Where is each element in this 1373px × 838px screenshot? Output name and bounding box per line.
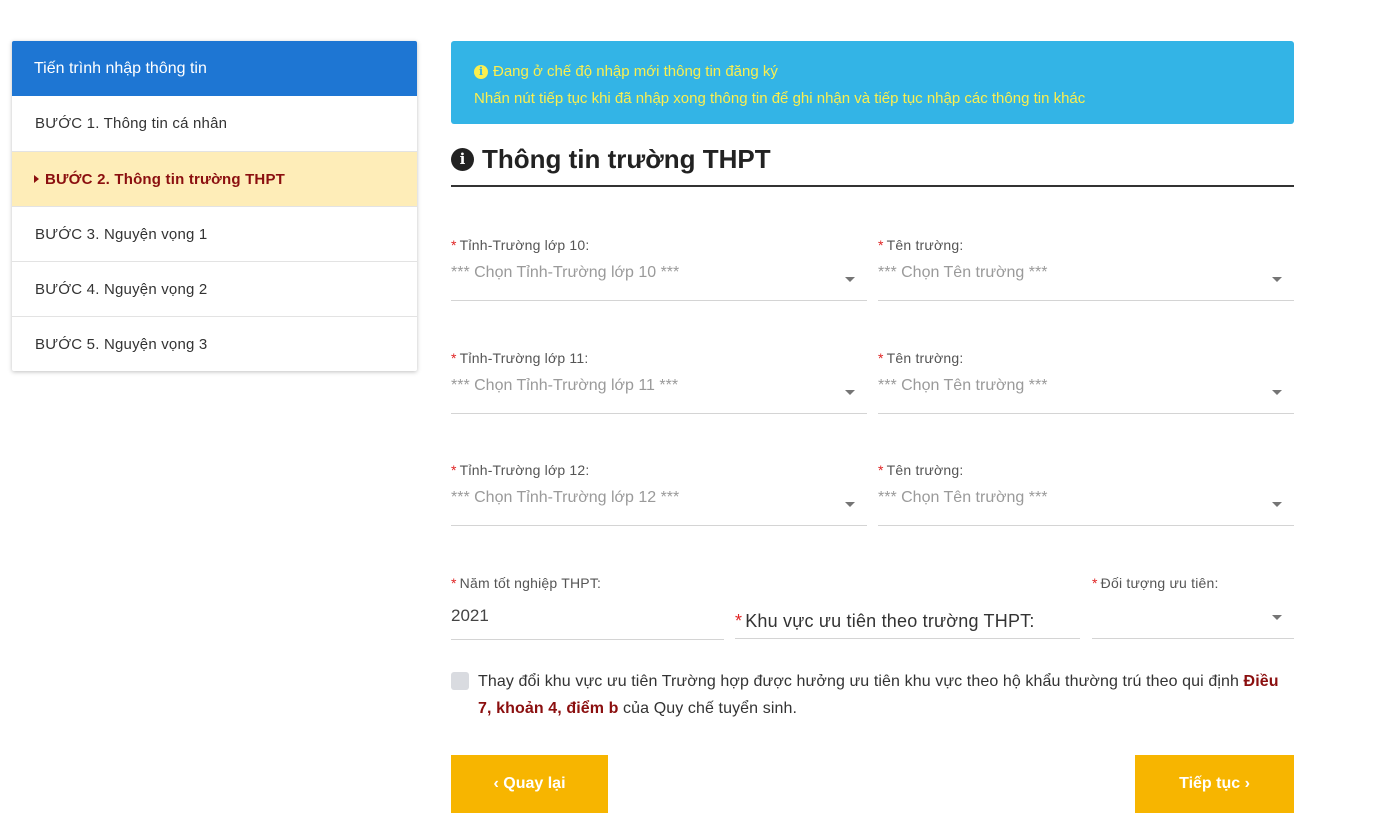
info-icon: i [474,64,488,79]
change-area-checkbox[interactable] [451,672,469,690]
sidebar-step-3[interactable]: BƯỚC 3. Nguyện vọng 1 [12,206,417,261]
field-label: * Khu vực ưu tiên theo trường THPT: [735,611,1035,631]
dropdown-arrow-icon [845,390,855,395]
dropdown-arrow-icon [1272,615,1282,620]
graduation-year-value: 2021 [451,606,489,625]
field-label: * Tỉnh-Trường lớp 12: [451,462,590,478]
field-label: * Năm tốt nghiệp THPT: [451,575,602,591]
field-label: * Tỉnh-Trường lớp 11: [451,350,589,366]
graduation-year-field[interactable]: * Năm tốt nghiệp THPT: 2021 [451,575,724,640]
back-button[interactable]: ‹ Quay lại [451,755,608,813]
page-title: Thông tin trường THPT [482,143,771,174]
select-placeholder: *** Chọn Tỉnh-Trường lớp 10 *** [451,264,680,281]
sidebar-title: Tiến trình nhập thông tin [12,41,417,96]
dropdown-arrow-icon [1272,502,1282,507]
checkbox-suffix: của Quy chế tuyển sinh. [618,700,798,717]
dropdown-arrow-icon [845,277,855,282]
dropdown-arrow-icon [845,502,855,507]
continue-button[interactable]: Tiếp tục › [1135,755,1294,813]
sidebar-step-5[interactable]: BƯỚC 5. Nguyện vọng 3 [12,316,417,371]
province-grade12-select[interactable]: * Tỉnh-Trường lớp 12: *** Chọn Tỉnh-Trườn… [451,462,867,526]
section-header: i Thông tin trường THPT [451,137,1294,187]
change-priority-area-option: Thay đổi khu vực ưu tiên Trường hợp được… [451,668,1294,722]
select-placeholder: *** Chọn Tên trường *** [878,377,1048,394]
dropdown-arrow-icon [1272,390,1282,395]
caret-right-icon [34,175,39,183]
select-placeholder: *** Chọn Tên trường *** [878,489,1048,506]
select-placeholder: *** Chọn Tên trường *** [878,264,1048,281]
step-label: BƯỚC 5. Nguyện vọng 3 [35,335,208,353]
school-grade10-select[interactable]: * Tên trường: *** Chọn Tên trường *** [878,237,1294,301]
field-label: * Đối tượng ưu tiên: [1092,575,1219,591]
field-label: * Tỉnh-Trường lớp 10: [451,237,590,253]
priority-target-select[interactable]: * Đối tượng ưu tiên: [1092,575,1294,639]
field-label: * Tên trường: [878,462,964,478]
progress-sidebar: Tiến trình nhập thông tin BƯỚC 1. Thông … [12,41,417,371]
province-grade10-select[interactable]: * Tỉnh-Trường lớp 10: *** Chọn Tỉnh-Trườn… [451,237,867,301]
step-label: BƯỚC 2. Thông tin trường THPT [45,170,286,188]
field-label: * Tên trường: [878,350,964,366]
notice-instruction-text: Nhấn nút tiếp tục khi đã nhập xong thông… [474,90,1086,107]
checkbox-text: Thay đổi khu vực ưu tiên Trường hợp được… [478,673,1244,690]
sidebar-step-1[interactable]: BƯỚC 1. Thông tin cá nhân [12,96,417,151]
school-grade11-select[interactable]: * Tên trường: *** Chọn Tên trường *** [878,350,1294,414]
step-label: BƯỚC 3. Nguyện vọng 1 [35,225,208,243]
school-grade12-select[interactable]: * Tên trường: *** Chọn Tên trường *** [878,462,1294,526]
select-placeholder: *** Chọn Tỉnh-Trường lớp 12 *** [451,489,680,506]
sidebar-step-2-active[interactable]: BƯỚC 2. Thông tin trường THPT [12,151,417,206]
field-label: * Tên trường: [878,237,964,253]
sidebar-step-4[interactable]: BƯỚC 4. Nguyện vọng 2 [12,261,417,316]
dropdown-arrow-icon [1272,277,1282,282]
info-alert: i Đang ở chế độ nhập mới thông tin đăng … [451,41,1294,124]
priority-area-field[interactable]: * Khu vực ưu tiên theo trường THPT: [735,600,1080,639]
select-placeholder: *** Chọn Tỉnh-Trường lớp 11 *** [451,377,679,394]
notice-mode-text: Đang ở chế độ nhập mới thông tin đăng ký [493,63,778,80]
step-label: BƯỚC 1. Thông tin cá nhân [35,115,228,132]
info-icon: i [451,147,474,171]
step-label: BƯỚC 4. Nguyện vọng 2 [35,280,208,298]
province-grade11-select[interactable]: * Tỉnh-Trường lớp 11: *** Chọn Tỉnh-Trườn… [451,350,867,414]
